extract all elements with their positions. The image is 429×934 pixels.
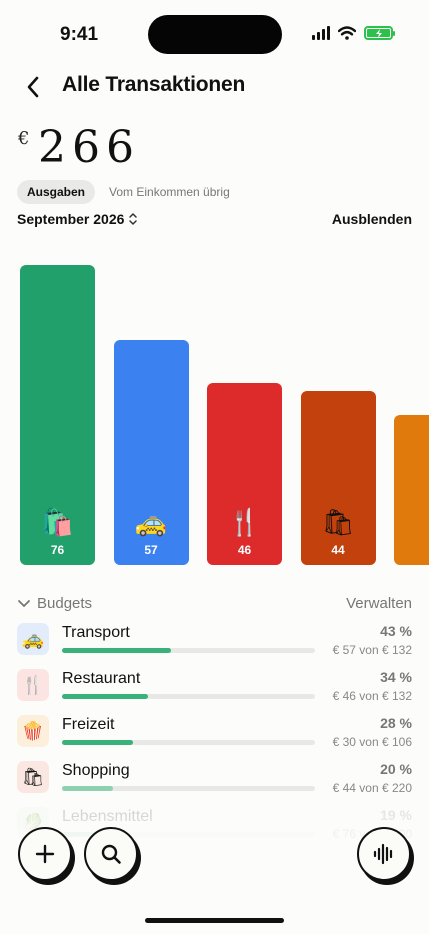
status-time: 9:41 — [60, 24, 99, 45]
waveform-icon — [373, 843, 393, 865]
budget-category-icon: 🛍 — [17, 761, 49, 793]
battery-icon — [364, 26, 395, 40]
month-row: September 2026 Ausblenden — [17, 211, 412, 227]
budget-detail: € 57 von € 132 — [332, 643, 412, 657]
signal-icon — [312, 26, 330, 40]
budget-category-icon: 🍿 — [17, 715, 49, 747]
budgets-toggle[interactable]: Budgets — [17, 595, 92, 612]
chart-bar-value: 57 — [144, 543, 158, 557]
month-selector[interactable]: September 2026 — [17, 211, 138, 227]
budget-percent: 34 % — [380, 669, 412, 685]
add-transaction-button[interactable] — [18, 827, 72, 881]
budget-detail: € 30 von € 106 — [332, 735, 412, 749]
home-indicator — [145, 918, 284, 923]
budgets-title: Budgets — [37, 595, 93, 612]
budget-progress-track — [62, 694, 315, 699]
header: Alle Transaktionen — [0, 64, 429, 110]
chart-bar-shopping[interactable] — [300, 391, 376, 565]
budget-progress-fill — [62, 648, 171, 653]
dynamic-island — [148, 15, 282, 54]
budget-name: Freizeit — [62, 716, 115, 733]
budget-detail: € 44 von € 220 — [332, 781, 412, 795]
month-label: September 2026 — [17, 211, 125, 227]
budget-detail: € 46 von € 132 — [332, 689, 412, 703]
budget-row-freizeit[interactable]: 🍿 Freizeit 28 % € 30 von € 106 — [17, 715, 412, 759]
spending-bar-chart: 🛍️ 76 🚕 57 🍴 46 🛍 44 — [0, 250, 429, 570]
chart-bar-emoji: 🚕 — [134, 507, 168, 537]
budget-category-icon: 🚕 — [17, 623, 49, 655]
currency-symbol: € — [18, 128, 30, 149]
hide-button[interactable]: Ausblenden — [332, 211, 412, 227]
budgets-header: Budgets Verwalten — [17, 595, 412, 612]
budget-category-icon: 🍴 — [17, 669, 49, 701]
chart-bar-freizeit[interactable] — [394, 415, 429, 565]
chart-bar-emoji: 🛍 — [321, 507, 355, 537]
search-icon — [101, 844, 121, 864]
plus-icon — [35, 844, 55, 864]
chevron-down-icon — [18, 599, 30, 607]
budget-row-transport[interactable]: 🚕 Transport 43 % € 57 von € 132 — [17, 623, 412, 667]
chart-bar-value: 76 — [50, 543, 65, 557]
budget-name: Shopping — [62, 762, 130, 779]
chevron-left-icon — [27, 76, 39, 98]
budget-percent: 43 % — [380, 623, 412, 639]
tab-expenses[interactable]: Ausgaben — [17, 180, 96, 204]
segment-control: Ausgaben Vom Einkommen übrig — [17, 180, 230, 204]
budget-progress-track — [62, 648, 315, 653]
budget-progress-track — [62, 786, 315, 791]
chart-bar-value: 46 — [237, 543, 252, 557]
budget-name: Restaurant — [62, 670, 141, 687]
status-bar: 9:41 — [0, 0, 429, 64]
wifi-icon — [338, 26, 356, 40]
chart-bar-value: 44 — [331, 543, 345, 557]
total-amount: 266 — [38, 122, 140, 173]
chart-bar-emoji: 🛍️ — [41, 507, 74, 537]
status-icons — [312, 26, 395, 40]
page-title: Alle Transaktionen — [62, 73, 246, 96]
manage-budgets-button[interactable]: Verwalten — [346, 595, 412, 612]
budget-name: Transport — [62, 624, 130, 641]
budget-progress-fill — [62, 694, 149, 699]
budget-row-restaurant[interactable]: 🍴 Restaurant 34 % € 46 von € 132 — [17, 669, 412, 713]
budget-percent: 28 % — [380, 715, 412, 731]
search-button[interactable] — [84, 827, 138, 881]
tab-income-left[interactable]: Vom Einkommen übrig — [109, 185, 230, 199]
chevron-updown-icon — [129, 213, 138, 225]
back-button[interactable] — [18, 72, 48, 102]
budget-progress-fill — [62, 740, 133, 745]
voice-input-button[interactable] — [357, 827, 411, 881]
budget-progress-fill — [62, 786, 113, 791]
budget-progress-track — [62, 740, 315, 745]
chart-bar-emoji: 🍴 — [228, 507, 261, 537]
budget-percent: 20 % — [380, 761, 412, 777]
